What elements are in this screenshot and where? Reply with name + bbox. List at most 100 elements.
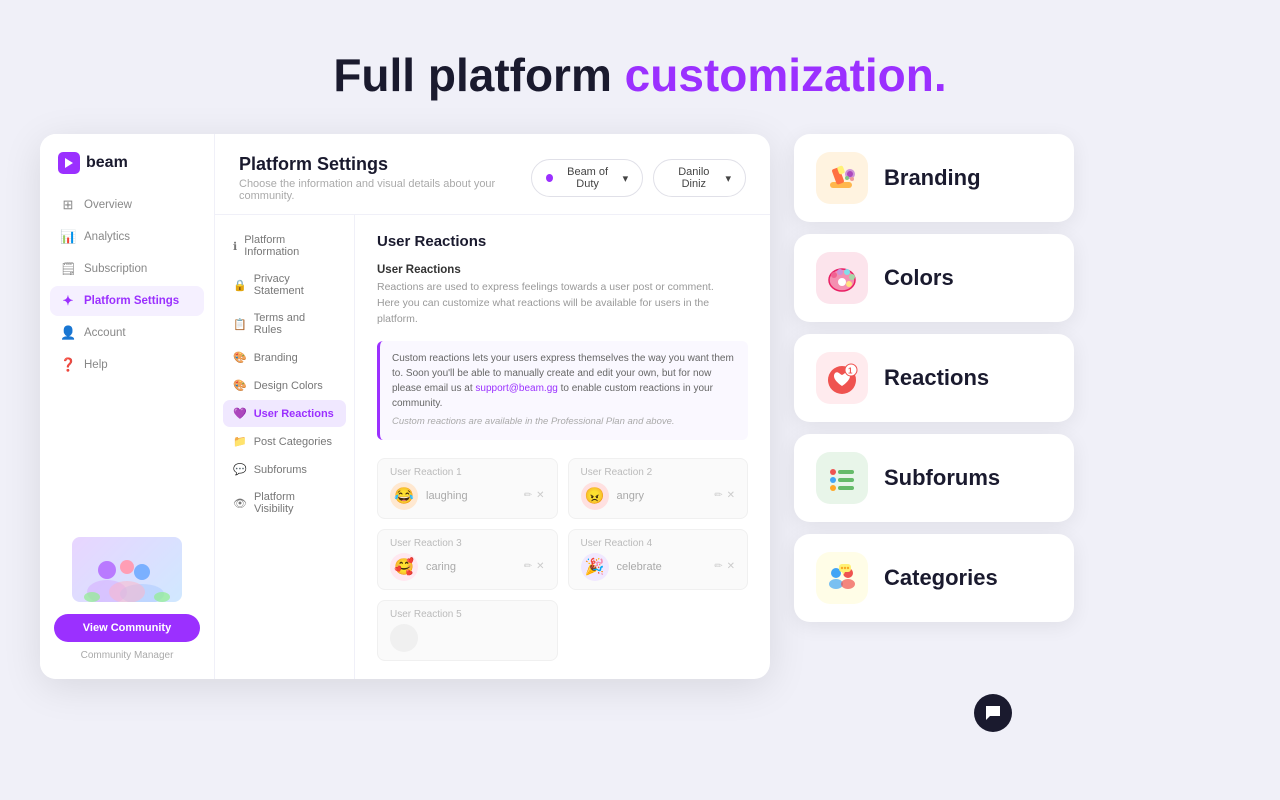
view-community-button[interactable]: View Community [54, 614, 200, 642]
reaction-3-label: User Reaction 3 [390, 538, 545, 549]
reaction-5-label: User Reaction 5 [390, 609, 545, 620]
community-dropdown[interactable]: Beam of Duty ▾ [531, 159, 644, 197]
sidebar: beam ⊞ Overview 📊 Analytics 🗒 Subscripti… [40, 134, 215, 679]
settings-content: ℹ Platform Information 🔒 Privacy Stateme… [215, 215, 770, 679]
feature-card-colors[interactable]: Colors [794, 234, 1074, 322]
reaction-4-actions: ✏ ✕ [714, 561, 735, 572]
sidebar-item-platform-settings[interactable]: ✦ Platform Settings [50, 286, 204, 316]
delete-icon[interactable]: ✕ [727, 561, 735, 572]
sidebar-item-overview[interactable]: ⊞ Overview [50, 190, 204, 220]
sidebar-item-label: Overview [84, 199, 132, 211]
settings-nav-subforums[interactable]: 💬 Subforums [223, 456, 346, 483]
reaction-2-label: User Reaction 2 [581, 467, 736, 478]
community-illustration [72, 537, 182, 602]
settings-nav-platform-info[interactable]: ℹ Platform Information [223, 227, 346, 265]
section-title: User Reactions [377, 233, 748, 250]
delete-icon[interactable]: ✕ [727, 490, 735, 501]
platform-settings-icon: ✦ [60, 293, 76, 309]
user-dropdown[interactable]: Danilo Diniz ▾ [653, 159, 746, 197]
terms-icon: 📋 [233, 318, 247, 331]
reaction-2-row: 😠 angry ✏ ✕ [581, 482, 736, 510]
sidebar-item-help[interactable]: ❓ Help [50, 350, 204, 380]
reaction-3-actions: ✏ ✕ [524, 561, 545, 572]
reaction-3-name: caring [426, 561, 516, 573]
feature-card-reactions[interactable]: 1 Reactions [794, 334, 1074, 422]
reactions-icon: 1 [816, 352, 868, 404]
support-link[interactable]: support@beam.gg [475, 383, 557, 394]
sidebar-nav: ⊞ Overview 📊 Analytics 🗒 Subscription ✦ … [40, 190, 214, 525]
reactions-grid: User Reaction 1 😂 laughing ✏ ✕ [377, 458, 748, 661]
reaction-2-name: angry [617, 490, 707, 502]
reaction-2-emoji: 😠 [581, 482, 609, 510]
reaction-2-actions: ✏ ✕ [714, 490, 735, 501]
logo-text: beam [86, 154, 128, 172]
dashboard-card: beam ⊞ Overview 📊 Analytics 🗒 Subscripti… [40, 134, 770, 679]
sidebar-item-label: Analytics [84, 231, 130, 243]
branding-nav-icon: 🎨 [233, 351, 247, 364]
user-reactions-icon: 💜 [233, 407, 247, 420]
settings-nav-user-reactions[interactable]: 💜 User Reactions [223, 400, 346, 427]
categories-icon [816, 552, 868, 604]
delete-icon[interactable]: ✕ [536, 490, 544, 501]
panel-title: Platform Settings [239, 154, 531, 175]
reaction-4-label: User Reaction 4 [581, 538, 736, 549]
account-icon: 👤 [60, 325, 76, 341]
feature-card-categories[interactable]: Categories [794, 534, 1074, 622]
info-box-text: Custom reactions lets your users express… [392, 351, 736, 411]
settings-nav-branding[interactable]: 🎨 Branding [223, 344, 346, 371]
panel-header: Platform Settings Choose the information… [215, 134, 770, 215]
chevron-down-icon: ▾ [623, 172, 629, 185]
platform-info-icon: ℹ [233, 240, 237, 253]
reaction-1-label: User Reaction 1 [390, 467, 545, 478]
user-name: Danilo Diniz [668, 166, 719, 190]
reaction-item-1: User Reaction 1 😂 laughing ✏ ✕ [377, 458, 558, 519]
sidebar-item-subscription[interactable]: 🗒 Subscription [50, 254, 204, 284]
reaction-5-emoji [390, 624, 418, 652]
sidebar-logo: beam [40, 152, 214, 190]
sidebar-item-label: Account [84, 327, 126, 339]
delete-icon[interactable]: ✕ [536, 561, 544, 572]
settings-nav-privacy[interactable]: 🔒 Privacy Statement [223, 266, 346, 304]
reaction-1-name: laughing [426, 490, 516, 502]
main-panel: Platform Settings Choose the information… [215, 134, 770, 679]
info-box: Custom reactions lets your users express… [377, 341, 748, 439]
reaction-1-emoji: 😂 [390, 482, 418, 510]
section-label: User Reactions [377, 264, 748, 276]
reaction-4-name: celebrate [617, 561, 707, 573]
subscription-icon: 🗒 [60, 261, 76, 277]
edit-icon[interactable]: ✏ [714, 490, 722, 501]
settings-nav-design-colors[interactable]: 🎨 Design Colors [223, 372, 346, 399]
reaction-5-row [390, 624, 545, 652]
chat-fab[interactable] [974, 694, 1012, 732]
post-categories-icon: 📁 [233, 435, 247, 448]
community-dot [546, 174, 553, 182]
reaction-4-emoji: 🎉 [581, 553, 609, 581]
categories-label: Categories [884, 565, 998, 591]
reaction-1-row: 😂 laughing ✏ ✕ [390, 482, 545, 510]
colors-label: Colors [884, 265, 954, 291]
settings-nav-terms[interactable]: 📋 Terms and Rules [223, 305, 346, 343]
feature-card-subforums[interactable]: Subforums [794, 434, 1074, 522]
feature-card-branding[interactable]: Branding [794, 134, 1074, 222]
sidebar-item-analytics[interactable]: 📊 Analytics [50, 222, 204, 252]
svg-text:1: 1 [848, 367, 853, 376]
branding-label: Branding [884, 165, 981, 191]
subforums-label: Subforums [884, 465, 1000, 491]
subforums-icon [816, 452, 868, 504]
section-desc: Reactions are used to express feelings t… [377, 280, 748, 327]
sidebar-item-label: Platform Settings [84, 295, 179, 307]
sidebar-bottom: View Community Community Manager [40, 525, 214, 661]
main-content: beam ⊞ Overview 📊 Analytics 🗒 Subscripti… [0, 134, 1280, 679]
settings-nav-post-categories[interactable]: 📁 Post Categories [223, 428, 346, 455]
info-box-note: Custom reactions are available in the Pr… [392, 415, 736, 429]
settings-nav: ℹ Platform Information 🔒 Privacy Stateme… [215, 215, 355, 679]
reaction-4-row: 🎉 celebrate ✏ ✕ [581, 553, 736, 581]
edit-icon[interactable]: ✏ [524, 561, 532, 572]
settings-nav-platform-visibility[interactable]: 👁 Platform Visibility [223, 484, 346, 522]
edit-icon[interactable]: ✏ [714, 561, 722, 572]
reaction-3-emoji: 🥰 [390, 553, 418, 581]
settings-body: User Reactions User Reactions Reactions … [355, 215, 770, 679]
colors-icon [816, 252, 868, 304]
edit-icon[interactable]: ✏ [524, 490, 532, 501]
sidebar-item-account[interactable]: 👤 Account [50, 318, 204, 348]
